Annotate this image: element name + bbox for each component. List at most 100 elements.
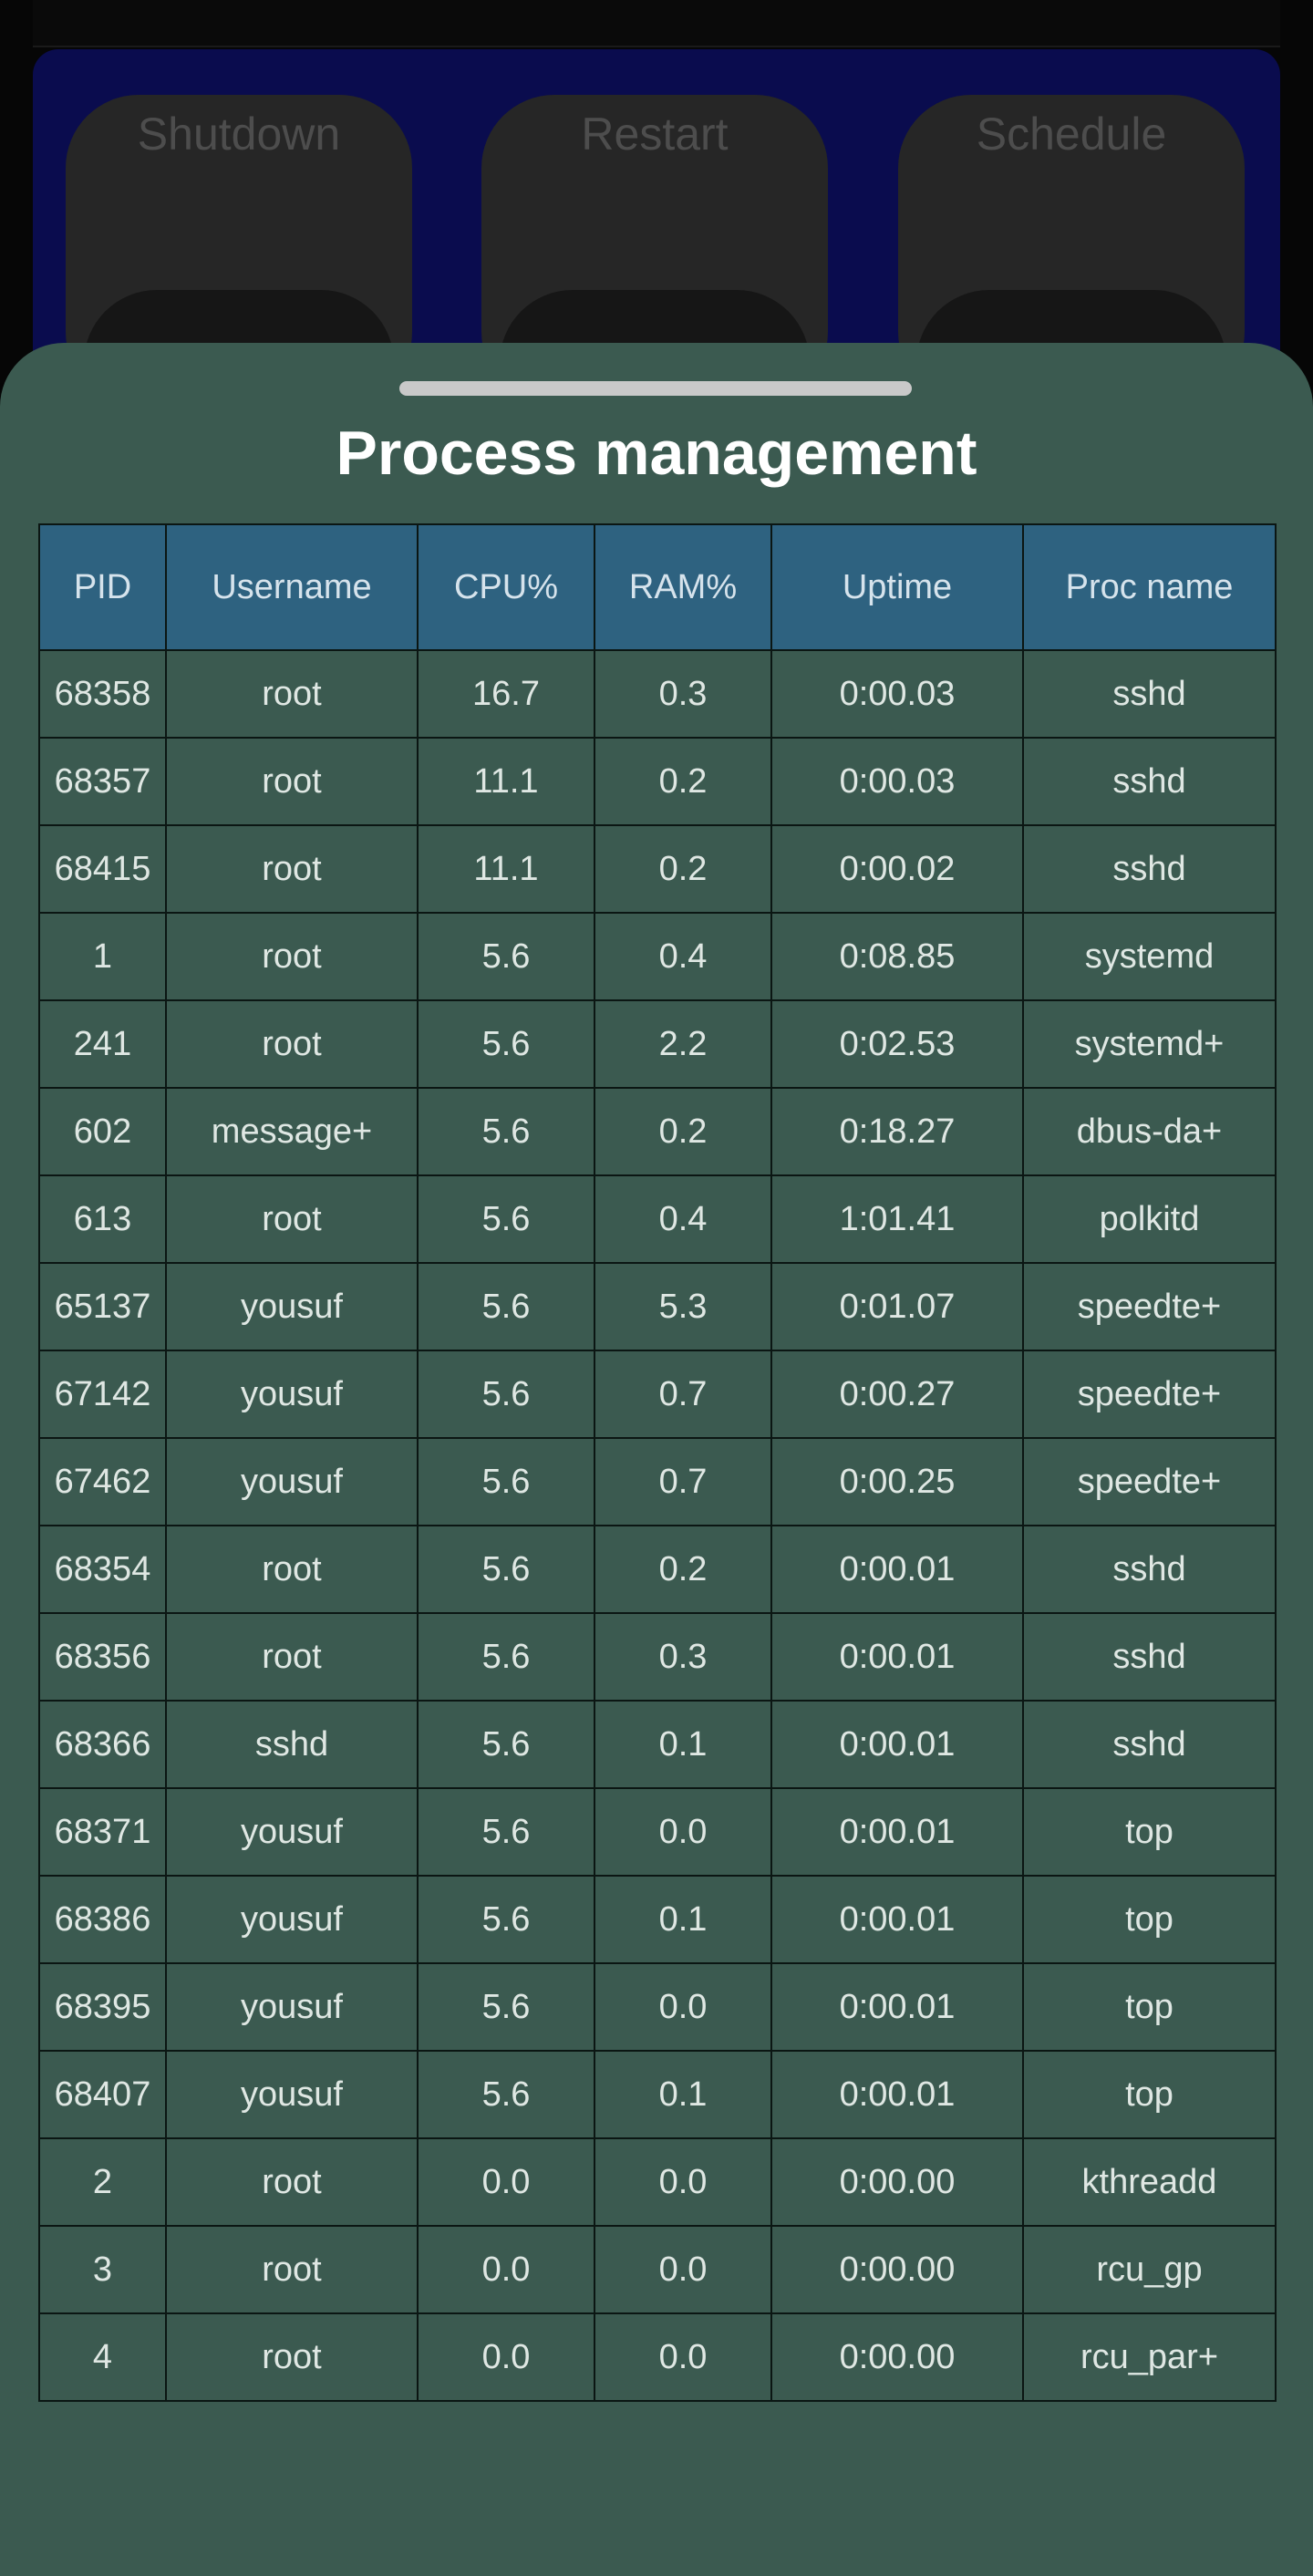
proc-name-cell: top	[1022, 2050, 1277, 2139]
table-row[interactable]: 68386 yousuf 5.6 0.1 0:00.01 top	[38, 1875, 1277, 1964]
table-row[interactable]: 68358 root 16.7 0.3 0:00.03 sshd	[38, 649, 1277, 739]
column-header-ram[interactable]: RAM%	[594, 523, 772, 651]
cpu-cell: 5.6	[417, 912, 595, 1001]
shutdown-label: Shutdown	[137, 109, 341, 160]
sheet-drag-handle[interactable]	[399, 381, 912, 396]
table-row[interactable]: 613 root 5.6 0.4 1:01.41 polkitd	[38, 1174, 1277, 1264]
table-row[interactable]: 68354 root 5.6 0.2 0:00.01 sshd	[38, 1525, 1277, 1614]
proc-name-cell: speedte+	[1022, 1262, 1277, 1351]
username-cell: yousuf	[165, 1962, 419, 2052]
column-header-pid[interactable]: PID	[38, 523, 167, 651]
pid-cell: 68407	[38, 2050, 167, 2139]
proc-name-cell: top	[1022, 1962, 1277, 2052]
pid-cell: 1	[38, 912, 167, 1001]
pid-cell: 68354	[38, 1525, 167, 1614]
pid-cell: 68366	[38, 1700, 167, 1789]
table-row[interactable]: 241 root 5.6 2.2 0:02.53 systemd+	[38, 999, 1277, 1089]
pid-cell: 67142	[38, 1350, 167, 1439]
cpu-cell: 5.6	[417, 1437, 595, 1526]
pid-cell: 602	[38, 1087, 167, 1176]
uptime-cell: 0:00.03	[770, 649, 1024, 739]
uptime-cell: 0:00.00	[770, 2225, 1024, 2314]
proc-name-cell: rcu_par+	[1022, 2312, 1277, 2402]
pid-cell: 65137	[38, 1262, 167, 1351]
pid-cell: 68386	[38, 1875, 167, 1964]
cpu-cell: 5.6	[417, 1525, 595, 1614]
username-cell: yousuf	[165, 1437, 419, 1526]
ram-cell: 0.0	[594, 2312, 772, 2402]
cpu-cell: 5.6	[417, 2050, 595, 2139]
username-cell: message+	[165, 1087, 419, 1176]
ram-cell: 0.0	[594, 2137, 772, 2227]
table-row[interactable]: 68395 yousuf 5.6 0.0 0:00.01 top	[38, 1962, 1277, 2052]
username-cell: root	[165, 2137, 419, 2227]
ram-cell: 0.0	[594, 1962, 772, 2052]
ram-cell: 0.1	[594, 1700, 772, 1789]
username-cell: root	[165, 2225, 419, 2314]
table-row[interactable]: 68415 root 11.1 0.2 0:00.02 sshd	[38, 824, 1277, 914]
table-row[interactable]: 1 root 5.6 0.4 0:08.85 systemd	[38, 912, 1277, 1001]
uptime-cell: 0:00.01	[770, 1612, 1024, 1702]
proc-name-cell: sshd	[1022, 1525, 1277, 1614]
cpu-cell: 5.6	[417, 1700, 595, 1789]
cpu-cell: 0.0	[417, 2137, 595, 2227]
background-app: Shutdown Restart Schedule	[0, 0, 1313, 472]
table-row[interactable]: 2 root 0.0 0.0 0:00.00 kthreadd	[38, 2137, 1277, 2227]
username-cell: yousuf	[165, 1787, 419, 1877]
table-row[interactable]: 4 root 0.0 0.0 0:00.00 rcu_par+	[38, 2312, 1277, 2402]
cpu-cell: 0.0	[417, 2312, 595, 2402]
sheet-title: Process management	[336, 419, 977, 488]
table-row[interactable]: 68371 yousuf 5.6 0.0 0:00.01 top	[38, 1787, 1277, 1877]
username-cell: root	[165, 649, 419, 739]
uptime-cell: 0:00.01	[770, 1962, 1024, 2052]
ram-cell: 0.0	[594, 2225, 772, 2314]
schedule-label: Schedule	[976, 109, 1167, 160]
cpu-cell: 0.0	[417, 2225, 595, 2314]
table-row[interactable]: 67142 yousuf 5.6 0.7 0:00.27 speedte+	[38, 1350, 1277, 1439]
username-cell: root	[165, 737, 419, 826]
username-cell: root	[165, 1525, 419, 1614]
ram-cell: 0.1	[594, 2050, 772, 2139]
table-row[interactable]: 67462 yousuf 5.6 0.7 0:00.25 speedte+	[38, 1437, 1277, 1526]
ram-cell: 0.3	[594, 1612, 772, 1702]
proc-name-cell: systemd	[1022, 912, 1277, 1001]
username-cell: yousuf	[165, 1875, 419, 1964]
cpu-cell: 5.6	[417, 1087, 595, 1176]
table-header-row: PID Username CPU% RAM% Uptime Proc name	[38, 523, 1277, 651]
proc-name-cell: sshd	[1022, 737, 1277, 826]
cpu-cell: 5.6	[417, 999, 595, 1089]
ram-cell: 0.7	[594, 1437, 772, 1526]
table-row[interactable]: 68356 root 5.6 0.3 0:00.01 sshd	[38, 1612, 1277, 1702]
ram-cell: 0.7	[594, 1350, 772, 1439]
proc-name-cell: systemd+	[1022, 999, 1277, 1089]
cpu-cell: 5.6	[417, 1174, 595, 1264]
table-row[interactable]: 68366 sshd 5.6 0.1 0:00.01 sshd	[38, 1700, 1277, 1789]
uptime-cell: 0:00.01	[770, 1525, 1024, 1614]
proc-name-cell: top	[1022, 1787, 1277, 1877]
cpu-cell: 16.7	[417, 649, 595, 739]
ram-cell: 0.2	[594, 824, 772, 914]
column-header-cpu[interactable]: CPU%	[417, 523, 595, 651]
pid-cell: 613	[38, 1174, 167, 1264]
uptime-cell: 0:02.53	[770, 999, 1024, 1089]
uptime-cell: 0:00.25	[770, 1437, 1024, 1526]
proc-name-cell: top	[1022, 1875, 1277, 1964]
ram-cell: 0.1	[594, 1875, 772, 1964]
uptime-cell: 0:00.00	[770, 2137, 1024, 2227]
cpu-cell: 5.6	[417, 1262, 595, 1351]
uptime-cell: 1:01.41	[770, 1174, 1024, 1264]
cpu-cell: 11.1	[417, 824, 595, 914]
table-row[interactable]: 65137 yousuf 5.6 5.3 0:01.07 speedte+	[38, 1262, 1277, 1351]
pid-cell: 2	[38, 2137, 167, 2227]
column-header-proc-name[interactable]: Proc name	[1022, 523, 1277, 651]
table-row[interactable]: 602 message+ 5.6 0.2 0:18.27 dbus-da+	[38, 1087, 1277, 1176]
table-row[interactable]: 3 root 0.0 0.0 0:00.00 rcu_gp	[38, 2225, 1277, 2314]
table-row[interactable]: 68357 root 11.1 0.2 0:00.03 sshd	[38, 737, 1277, 826]
ram-cell: 0.0	[594, 1787, 772, 1877]
column-header-username[interactable]: Username	[165, 523, 419, 651]
table-row[interactable]: 68407 yousuf 5.6 0.1 0:00.01 top	[38, 2050, 1277, 2139]
proc-name-cell: polkitd	[1022, 1174, 1277, 1264]
column-header-uptime[interactable]: Uptime	[770, 523, 1024, 651]
username-cell: root	[165, 1612, 419, 1702]
proc-name-cell: speedte+	[1022, 1437, 1277, 1526]
